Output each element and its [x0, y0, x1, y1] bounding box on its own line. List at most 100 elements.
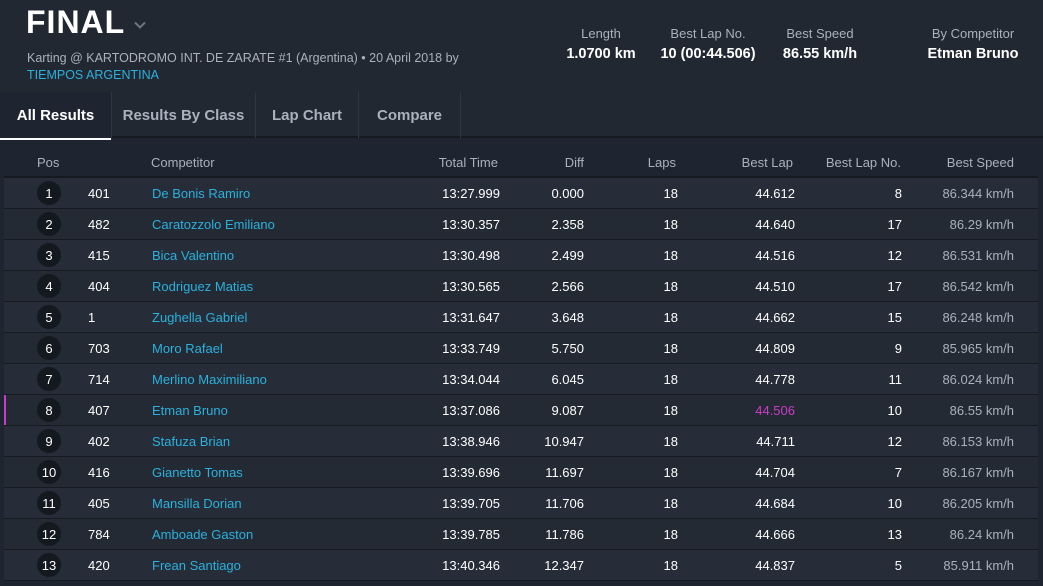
competitor-name-link[interactable]: Bica Valentino — [152, 248, 234, 263]
best-lap: 44.640 — [755, 217, 795, 232]
diff: 0.000 — [551, 186, 584, 201]
best-speed: 86.248 km/h — [942, 310, 1014, 325]
table-row[interactable]: 13 420 Frean Santiago 13:40.346 12.347 18 44.8… — [4, 550, 1038, 581]
tab-compare[interactable]: Compare — [359, 92, 461, 138]
position-badge: 6 — [37, 336, 61, 360]
total-time: 13:37.086 — [442, 403, 500, 418]
kart-number: 415 — [88, 248, 110, 263]
col-pos[interactable]: Pos — [37, 155, 59, 170]
best-lap: 44.778 — [755, 372, 795, 387]
col-best-lap[interactable]: Best Lap — [704, 155, 793, 170]
table-row[interactable]: 6 703 Moro Rafael 13:33.749 5.750 18 44.809 9 85… — [4, 333, 1038, 364]
col-total-time[interactable]: Total Time — [398, 155, 498, 170]
results-table: Pos Competitor Total Time Diff Laps Best… — [4, 147, 1038, 581]
organizer-link[interactable]: TIEMPOS ARGENTINA — [27, 68, 159, 82]
col-diff[interactable]: Diff — [504, 155, 584, 170]
total-time: 13:38.946 — [442, 434, 500, 449]
col-best-speed[interactable]: Best Speed — [914, 155, 1014, 170]
col-laps[interactable]: Laps — [616, 155, 676, 170]
competitor-name-link[interactable]: Moro Rafael — [152, 341, 223, 356]
stat-length-label: Length — [581, 26, 621, 41]
position-badge: 11 — [37, 491, 61, 515]
table-row[interactable]: 10 416 Gianetto Tomas 13:39.696 11.697 18 44.7… — [4, 457, 1038, 488]
table-row[interactable]: 2 482 Caratozzolo Emiliano 13:30.357 2.358 18… — [4, 209, 1038, 240]
position-badge: 12 — [37, 522, 61, 546]
diff: 12.347 — [544, 558, 584, 573]
kart-number: 404 — [88, 279, 110, 294]
competitor-name-link[interactable]: Mansilla Dorian — [152, 496, 242, 511]
kart-number: 703 — [88, 341, 110, 356]
competitor-name-link[interactable]: De Bonis Ramiro — [152, 186, 250, 201]
laps: 18 — [663, 434, 678, 449]
laps: 18 — [663, 217, 678, 232]
table-row[interactable]: 8 407 Etman Bruno 13:37.086 9.087 18 44.506 10 8… — [4, 395, 1038, 426]
competitor-name-link[interactable]: Zughella Gabriel — [152, 310, 247, 325]
total-time: 13:30.357 — [442, 217, 500, 232]
diff: 2.499 — [551, 248, 584, 263]
chevron-down-icon[interactable] — [133, 18, 147, 32]
laps: 18 — [663, 527, 678, 542]
total-time: 13:30.565 — [442, 279, 500, 294]
competitor-name-link[interactable]: Etman Bruno — [152, 403, 228, 418]
table-row[interactable]: 3 415 Bica Valentino 13:30.498 2.499 18 44.516… — [4, 240, 1038, 271]
best-lap-no: 15 — [887, 310, 902, 325]
table-row[interactable]: 9 402 Stafuza Brian 13:38.946 10.947 18 44.711… — [4, 426, 1038, 457]
laps: 18 — [663, 372, 678, 387]
position-badge: 13 — [37, 553, 61, 577]
best-lap-no: 12 — [887, 434, 902, 449]
col-competitor[interactable]: Competitor — [151, 155, 215, 170]
best-speed: 86.344 km/h — [942, 186, 1014, 201]
event-subtitle: Karting @ KARTODROMO INT. DE ZARATE #1 (… — [27, 51, 459, 65]
laps: 18 — [663, 279, 678, 294]
competitor-name-link[interactable]: Amboade Gaston — [152, 527, 253, 542]
best-lap: 44.704 — [755, 465, 795, 480]
competitor-name-link[interactable]: Merlino Maximiliano — [152, 372, 267, 387]
laps: 18 — [663, 186, 678, 201]
table-row[interactable]: 4 404 Rodriguez Matias 13:30.565 2.566 18 44.5… — [4, 271, 1038, 302]
diff: 2.358 — [551, 217, 584, 232]
diff: 9.087 — [551, 403, 584, 418]
competitor-name-link[interactable]: Gianetto Tomas — [152, 465, 243, 480]
stat-by-competitor-label: By Competitor — [931, 26, 1015, 41]
best-lap-no: 12 — [887, 248, 902, 263]
kart-number: 784 — [88, 527, 110, 542]
tab-lap-chart[interactable]: Lap Chart — [256, 92, 359, 138]
table-header: Pos Competitor Total Time Diff Laps Best… — [4, 147, 1038, 178]
best-lap-no: 13 — [887, 527, 902, 542]
table-row[interactable]: 11 405 Mansilla Dorian 13:39.705 11.706 18 44.… — [4, 488, 1038, 519]
table-row[interactable]: 5 1 Zughella Gabriel 13:31.647 3.648 18 44.662… — [4, 302, 1038, 333]
page-title: FINAL — [26, 4, 126, 40]
competitor-name-link[interactable]: Stafuza Brian — [152, 434, 230, 449]
kart-number: 405 — [88, 496, 110, 511]
best-speed: 86.024 km/h — [942, 372, 1014, 387]
stat-best-lap-no: Best Lap No. 10 (00:44.506) — [652, 26, 764, 62]
table-row[interactable]: 7 714 Merlino Maximiliano 13:34.044 6.045 18 4… — [4, 364, 1038, 395]
stat-best-lap-no-value: 10 (00:44.506) — [660, 46, 756, 62]
best-lap-no: 10 — [887, 403, 902, 418]
best-speed: 86.55 km/h — [949, 403, 1014, 418]
best-lap-no: 17 — [887, 217, 902, 232]
tab-results-by-class[interactable]: Results By Class — [112, 92, 256, 138]
stat-best-speed-label: Best Speed — [786, 26, 854, 41]
total-time: 13:27.999 — [442, 186, 500, 201]
best-speed: 86.542 km/h — [942, 279, 1014, 294]
laps: 18 — [663, 403, 678, 418]
best-lap: 44.612 — [755, 186, 795, 201]
table-row[interactable]: 12 784 Amboade Gaston 13:39.785 11.786 18 44.6… — [4, 519, 1038, 550]
kart-number: 714 — [88, 372, 110, 387]
total-time: 13:30.498 — [442, 248, 500, 263]
title-dropdown[interactable]: FINAL — [26, 4, 147, 41]
total-time: 13:39.705 — [442, 496, 500, 511]
competitor-name-link[interactable]: Caratozzolo Emiliano — [152, 217, 275, 232]
best-speed: 85.965 km/h — [942, 341, 1014, 356]
table-row[interactable]: 1 401 De Bonis Ramiro 13:27.999 0.000 18 44.61… — [4, 178, 1038, 209]
kart-number: 401 — [88, 186, 110, 201]
competitor-name-link[interactable]: Rodriguez Matias — [152, 279, 253, 294]
position-badge: 9 — [37, 429, 61, 453]
results-tabs: All Results Results By Class Lap Chart C… — [0, 92, 1043, 140]
tab-all-results[interactable]: All Results — [0, 92, 112, 140]
best-lap-no: 5 — [894, 558, 902, 573]
kart-number: 420 — [88, 558, 110, 573]
competitor-name-link[interactable]: Frean Santiago — [152, 558, 241, 573]
col-best-lap-no[interactable]: Best Lap No. — [804, 155, 901, 170]
